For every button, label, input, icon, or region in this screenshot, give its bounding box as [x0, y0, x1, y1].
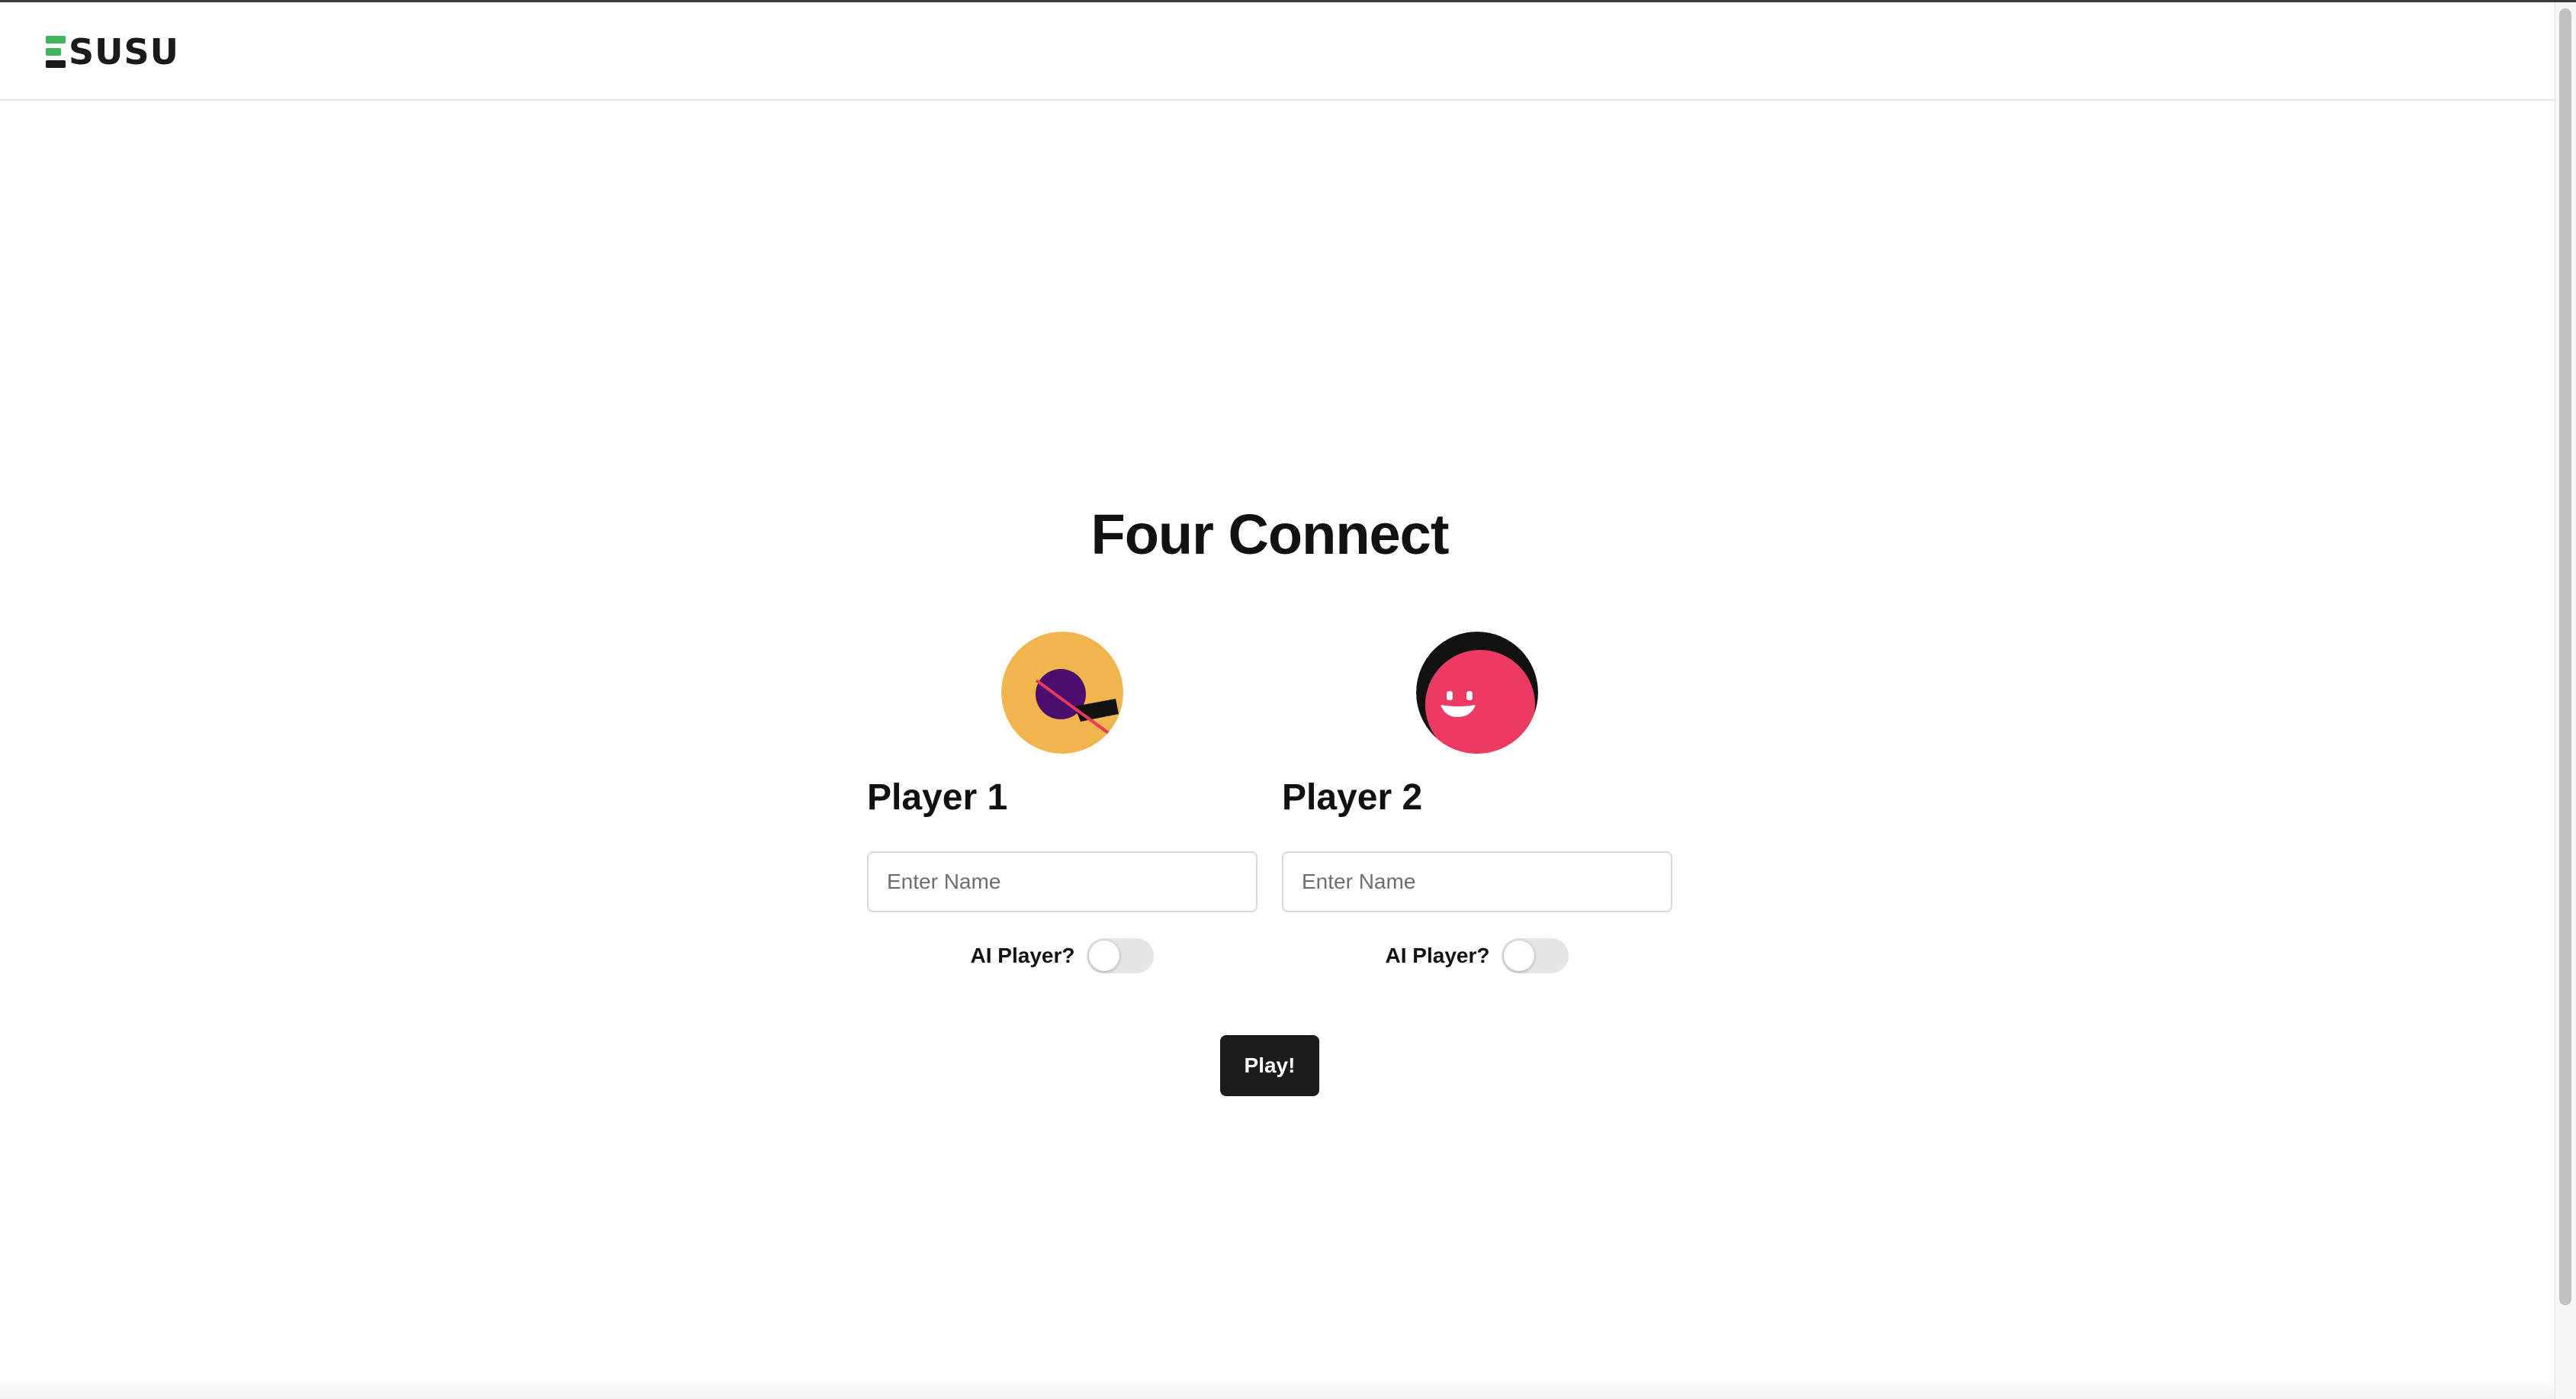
player-2-label: Player 2: [1282, 777, 1423, 818]
player-2-ai-row: AI Player?: [1282, 938, 1672, 973]
susu-logo[interactable]: SUSU: [46, 33, 179, 71]
player-two-avatar-icon: [1416, 632, 1538, 754]
page-scrollbar[interactable]: [2555, 2, 2576, 1399]
app-page: SUSU Four Connect Player 1 AI Player?: [0, 0, 2576, 1399]
page-title: Four Connect: [1090, 503, 1450, 566]
logo-text: SUSU: [69, 31, 179, 72]
scrollbar-thumb[interactable]: [2559, 8, 2571, 1305]
toggle-knob: [1089, 941, 1120, 971]
player-1-ai-label: AI Player?: [970, 944, 1075, 967]
player-one-avatar-icon: [1001, 632, 1123, 754]
player-1-name-input[interactable]: [867, 851, 1257, 912]
play-button[interactable]: Play!: [1220, 1035, 1319, 1096]
toggle-knob: [1504, 941, 1535, 971]
player-1-label: Player 1: [867, 777, 1008, 818]
top-header: SUSU: [0, 2, 2555, 101]
bottom-shadow: [0, 1381, 2555, 1399]
player-2-ai-toggle[interactable]: [1502, 938, 1569, 973]
player-2-ai-label: AI Player?: [1385, 944, 1490, 967]
player-2-name-input[interactable]: [1282, 851, 1672, 912]
player-1-ai-row: AI Player?: [867, 938, 1257, 973]
player-1-ai-toggle[interactable]: [1087, 938, 1155, 973]
logo-bars-icon: [46, 36, 66, 68]
